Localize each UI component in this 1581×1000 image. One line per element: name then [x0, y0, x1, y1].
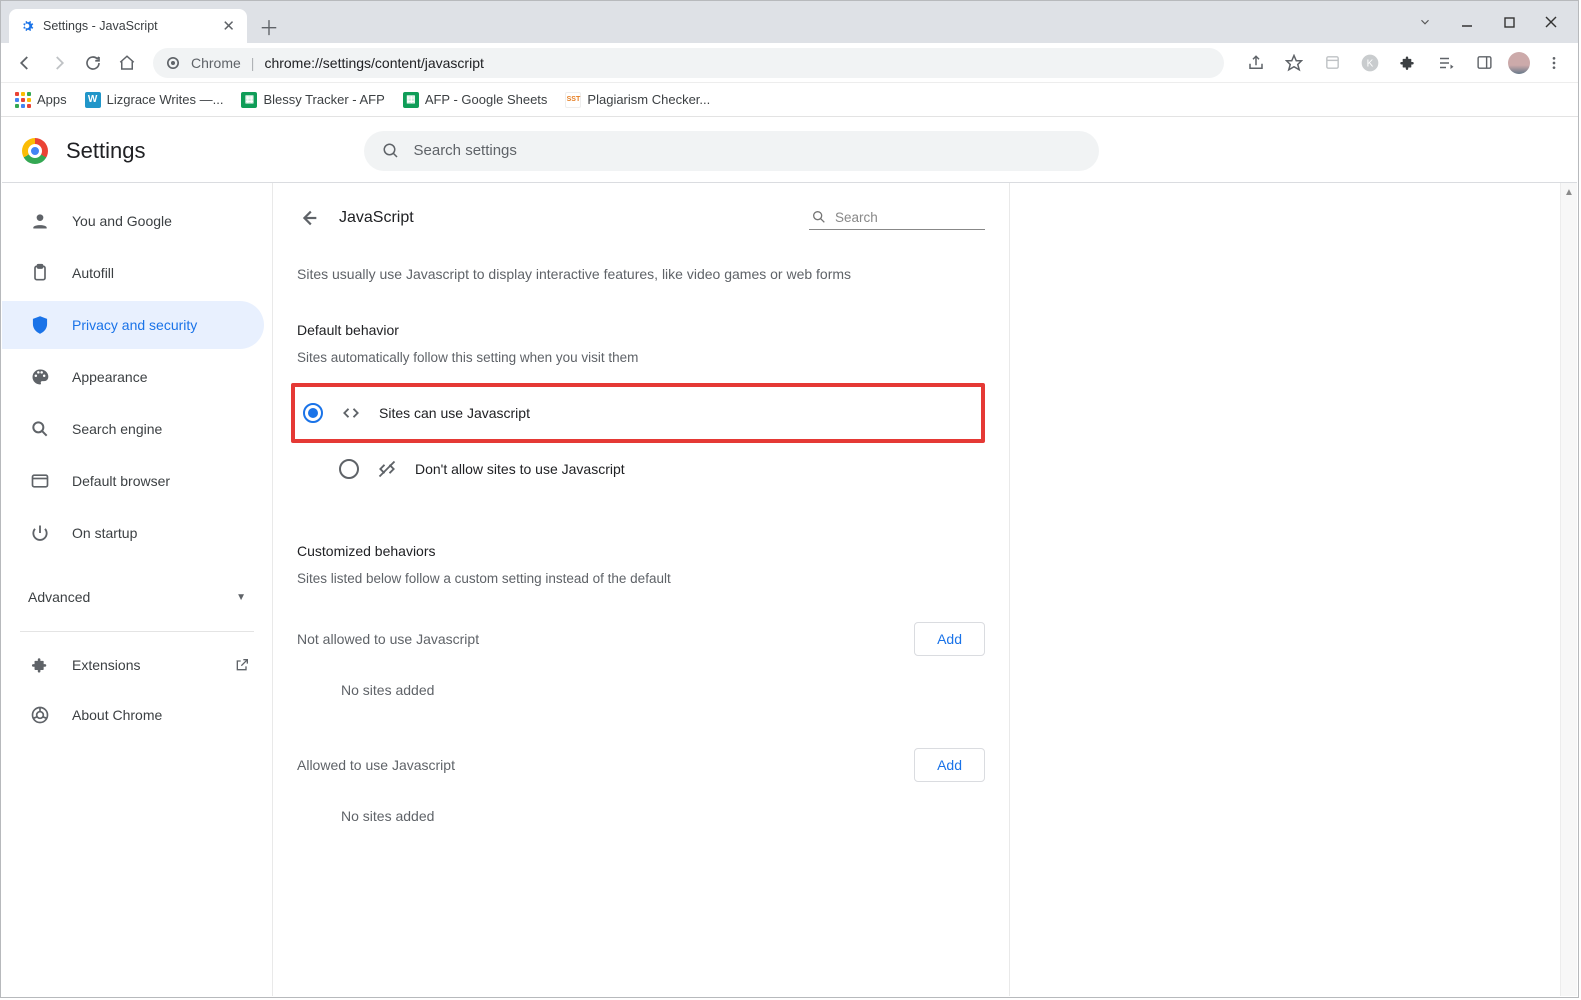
sidebar-item-about-chrome[interactable]: About Chrome [2, 692, 264, 738]
power-icon [30, 523, 50, 543]
page-search-input[interactable]: Search [809, 205, 985, 230]
default-behavior-title: Default behavior [297, 322, 985, 338]
bookmark-star-icon[interactable] [1280, 49, 1308, 77]
forward-button [45, 49, 73, 77]
radio-allow-javascript[interactable]: Sites can use Javascript [303, 387, 981, 439]
minimize-icon[interactable] [1458, 13, 1476, 31]
sst-icon: SST [565, 92, 581, 108]
menu-icon[interactable] [1540, 49, 1568, 77]
close-tab-icon[interactable]: ✕ [220, 17, 237, 36]
palette-icon [30, 367, 50, 387]
profile-k-icon[interactable]: K [1356, 49, 1384, 77]
not-allowed-label: Not allowed to use Javascript [297, 631, 479, 647]
tab-title: Settings - JavaScript [43, 19, 158, 33]
wordpress-icon: W [85, 92, 101, 108]
media-icon[interactable] [1432, 49, 1460, 77]
sidebar-item-appearance[interactable]: Appearance [2, 353, 264, 401]
sidebar-item-autofill[interactable]: Autofill [2, 249, 264, 297]
sidebar-item-default-browser[interactable]: Default browser [2, 457, 264, 505]
close-window-icon[interactable] [1542, 13, 1560, 31]
search-icon [811, 209, 827, 225]
sidebar-item-extensions[interactable]: Extensions [2, 642, 264, 688]
allowed-label: Allowed to use Javascript [297, 757, 455, 773]
default-behavior-subtitle: Sites automatically follow this setting … [297, 350, 985, 365]
share-icon[interactable] [1242, 49, 1270, 77]
sidebar-item-on-startup[interactable]: On startup [2, 509, 264, 557]
person-icon [30, 211, 50, 231]
clipboard-icon [30, 263, 50, 283]
chrome-logo-icon [22, 138, 48, 164]
url-label: Chrome [191, 55, 241, 71]
radio-block-javascript[interactable]: Don't allow sites to use Javascript [339, 443, 985, 495]
customized-behaviors-subtitle: Sites listed below follow a custom setti… [297, 571, 985, 586]
back-button[interactable] [11, 49, 39, 77]
add-allowed-button[interactable]: Add [914, 748, 985, 782]
add-not-allowed-button[interactable]: Add [914, 622, 985, 656]
puzzle-icon [30, 655, 50, 675]
search-icon [30, 419, 50, 439]
new-tab-button[interactable]: ＋ [255, 12, 283, 40]
tab-favicon [19, 18, 35, 34]
not-allowed-empty: No sites added [341, 682, 985, 698]
search-icon [382, 142, 400, 160]
chevron-down-icon[interactable] [1416, 13, 1434, 31]
code-icon [341, 403, 361, 423]
page-description: Sites usually use Javascript to display … [297, 266, 985, 282]
back-arrow-button[interactable] [297, 206, 321, 230]
sidepanel-icon[interactable] [1470, 49, 1498, 77]
app-title: Settings [66, 138, 146, 164]
page-title: JavaScript [339, 209, 414, 227]
sidebar-advanced-toggle[interactable]: Advanced ▼ [2, 573, 272, 621]
radio-icon [339, 459, 359, 479]
browser-tab[interactable]: Settings - JavaScript ✕ [9, 9, 247, 43]
tab-strip: Settings - JavaScript ✕ ＋ [1, 1, 1578, 43]
settings-sidebar: You and Google Autofill Privacy and secu… [2, 183, 272, 996]
chrome-outline-icon [30, 705, 50, 725]
sheets-icon: ▦ [403, 92, 419, 108]
svg-text:K: K [1367, 58, 1374, 69]
reload-button[interactable] [79, 49, 107, 77]
sheets-icon: ▦ [241, 92, 257, 108]
extensions-icon[interactable] [1394, 49, 1422, 77]
bookmark-item[interactable]: W Lizgrace Writes —... [85, 92, 224, 108]
site-info-icon[interactable] [165, 55, 181, 71]
external-link-icon [234, 657, 250, 673]
browser-icon [30, 471, 50, 491]
caret-down-icon: ▼ [236, 592, 246, 603]
bookmarks-bar: Apps W Lizgrace Writes —... ▦ Blessy Tra… [1, 83, 1578, 117]
window-controls [1416, 1, 1578, 43]
radio-icon [303, 403, 323, 423]
sidebar-item-privacy-security[interactable]: Privacy and security [2, 301, 264, 349]
code-off-icon [377, 459, 397, 479]
search-settings-input[interactable]: Search settings [364, 131, 1099, 171]
shield-icon [30, 315, 50, 335]
app-header: Settings Search settings [2, 119, 1577, 183]
apps-icon [15, 92, 31, 108]
customized-behaviors-title: Customized behaviors [297, 543, 985, 559]
url-text: chrome://settings/content/javascript [264, 55, 483, 71]
allowed-empty: No sites added [341, 808, 985, 824]
settings-card: JavaScript Search Sites usually use Java… [272, 183, 1010, 996]
apps-shortcut[interactable]: Apps [15, 92, 67, 108]
sidebar-item-you-and-google[interactable]: You and Google [2, 197, 264, 245]
reader-icon[interactable] [1318, 49, 1346, 77]
maximize-icon[interactable] [1500, 13, 1518, 31]
profile-avatar[interactable] [1508, 52, 1530, 74]
scrollbar[interactable]: ▲ [1560, 183, 1577, 996]
address-bar[interactable]: Chrome | chrome://settings/content/javas… [153, 48, 1224, 78]
sidebar-item-search-engine[interactable]: Search engine [2, 405, 264, 453]
bookmark-item[interactable]: SST Plagiarism Checker... [565, 92, 710, 108]
scroll-up-icon[interactable]: ▲ [1561, 183, 1577, 201]
bookmark-item[interactable]: ▦ AFP - Google Sheets [403, 92, 548, 108]
home-button[interactable] [113, 49, 141, 77]
bookmark-item[interactable]: ▦ Blessy Tracker - AFP [241, 92, 384, 108]
browser-toolbar: Chrome | chrome://settings/content/javas… [1, 43, 1578, 83]
